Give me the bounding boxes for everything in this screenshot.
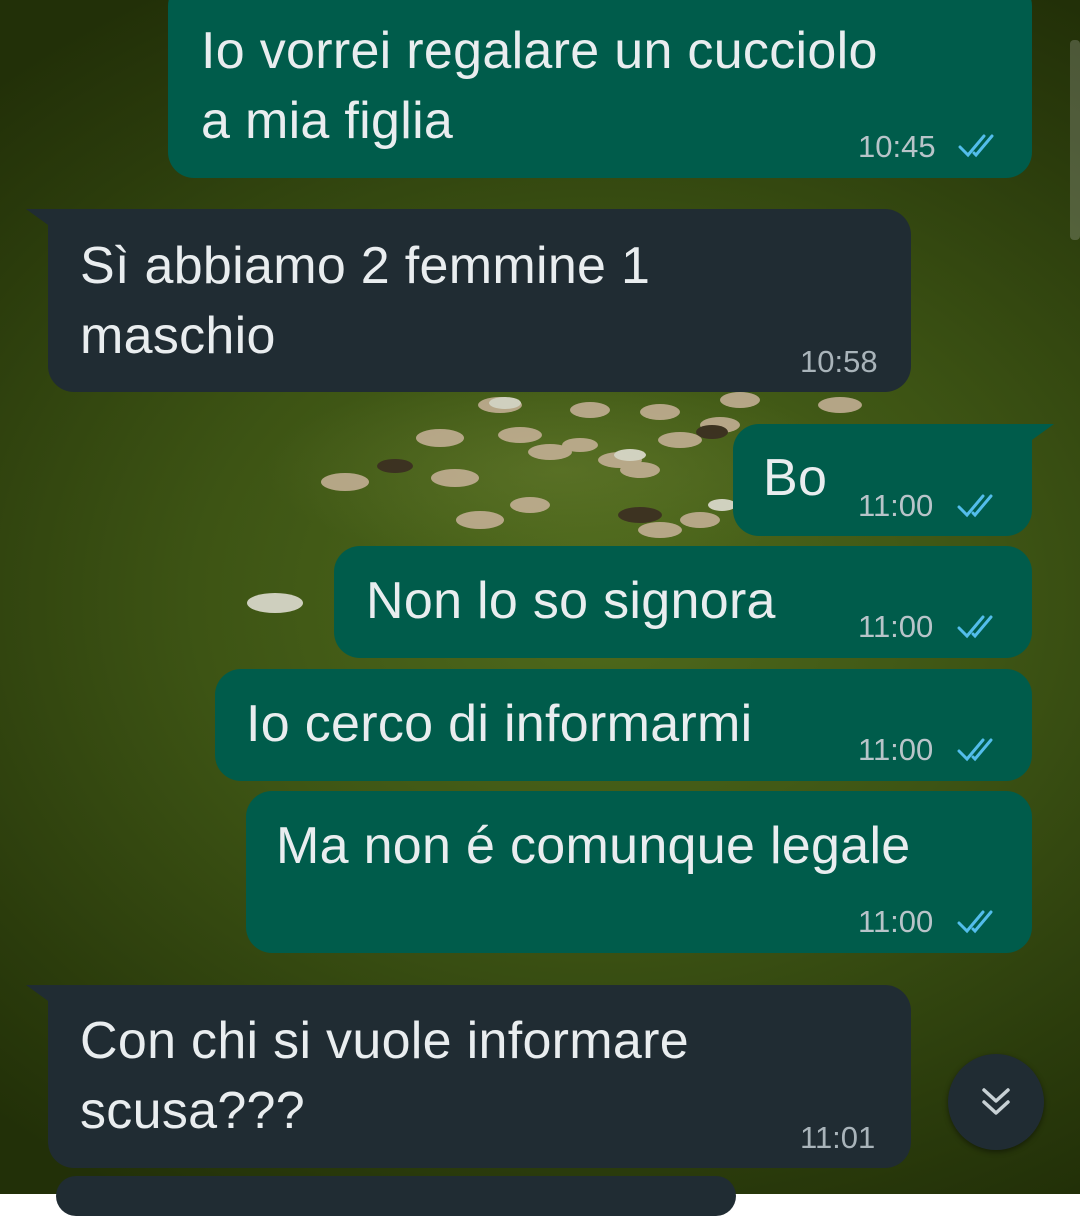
message-text-line: Ma non é comunque legale bbox=[276, 817, 911, 875]
message-outgoing[interactable]: Io cerco di informarmi 11:00 bbox=[215, 669, 1032, 781]
double-check-icon bbox=[957, 615, 993, 639]
message-text-line: Non lo so signora bbox=[366, 572, 776, 630]
message-time: 10:45 bbox=[858, 129, 936, 164]
message-text-line: Io vorrei regalare un cucciolo bbox=[201, 22, 878, 80]
message-incoming-partial[interactable] bbox=[56, 1176, 736, 1216]
message-text-line: a mia figlia bbox=[201, 92, 454, 150]
message-incoming[interactable]: Sì abbiamo 2 femmine 1 maschio 10:58 bbox=[48, 209, 911, 392]
message-text-line: Bo bbox=[763, 449, 828, 507]
scroll-to-bottom-button[interactable] bbox=[948, 1054, 1044, 1150]
message-outgoing[interactable]: Ma non é comunque legale 11:00 bbox=[246, 791, 1032, 953]
message-time: 11:00 bbox=[858, 609, 934, 644]
double-chevron-down-icon bbox=[982, 1088, 1010, 1115]
message-text-line: maschio bbox=[80, 307, 276, 365]
message-text-line: Con chi si vuole informare bbox=[80, 1012, 689, 1070]
double-check-icon bbox=[957, 494, 993, 518]
message-text-line: Io cerco di informarmi bbox=[246, 695, 753, 753]
message-time: 11:01 bbox=[800, 1120, 876, 1155]
scrollbar[interactable] bbox=[1070, 40, 1080, 240]
message-text-line: Sì abbiamo 2 femmine 1 bbox=[80, 237, 651, 295]
message-time: 11:00 bbox=[858, 732, 934, 767]
double-check-icon bbox=[958, 134, 994, 158]
message-outgoing[interactable]: Bo 11:00 bbox=[733, 424, 1032, 536]
message-incoming[interactable]: Con chi si vuole informare scusa??? 11:0… bbox=[48, 985, 911, 1168]
message-text-line: scusa??? bbox=[80, 1082, 305, 1140]
message-outgoing[interactable]: Io vorrei regalare un cucciolo a mia fig… bbox=[168, 0, 1032, 178]
message-time: 11:00 bbox=[858, 488, 934, 523]
message-time: 10:58 bbox=[800, 344, 878, 379]
double-check-icon bbox=[957, 738, 993, 762]
message-outgoing[interactable]: Non lo so signora 11:00 bbox=[334, 546, 1032, 658]
double-check-icon bbox=[957, 910, 993, 934]
message-time: 11:00 bbox=[858, 904, 934, 939]
